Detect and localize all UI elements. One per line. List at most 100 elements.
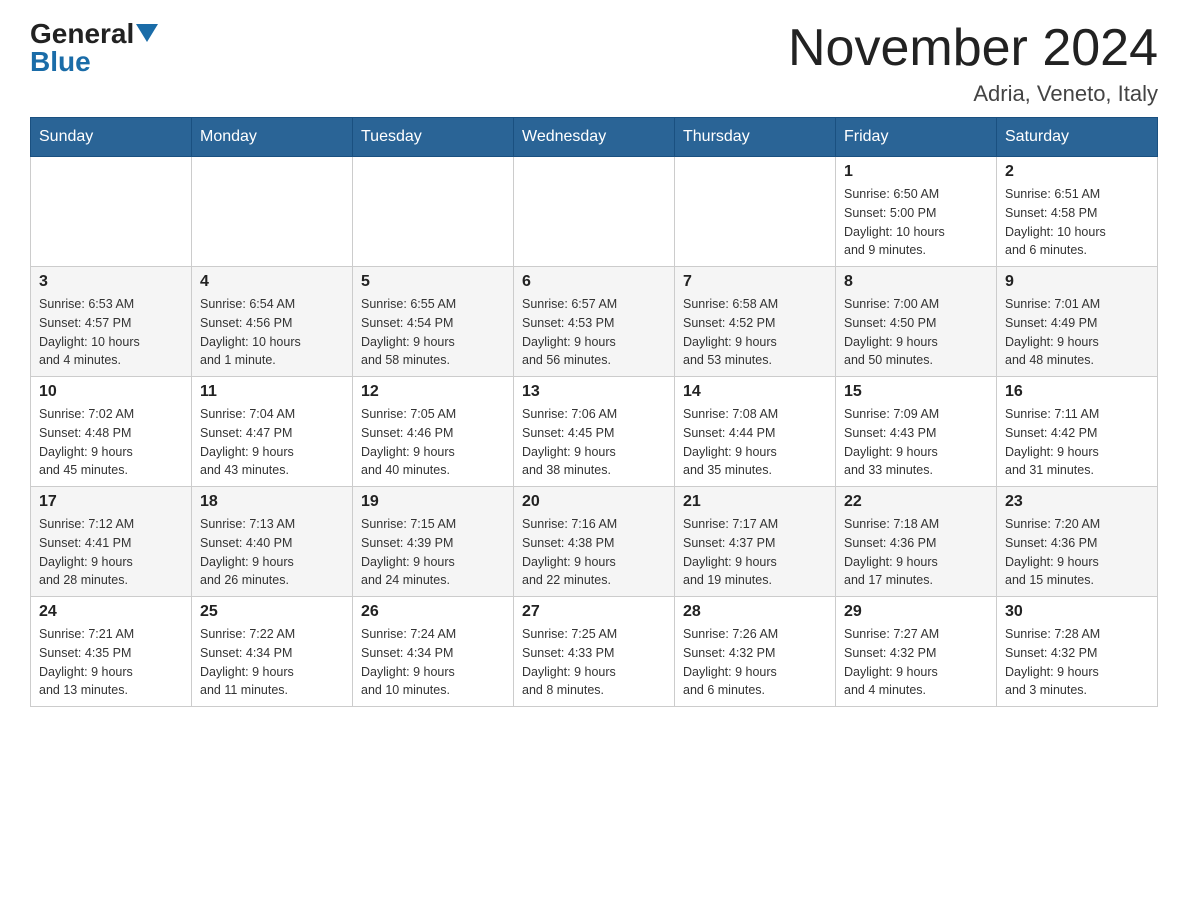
calendar-cell: 19Sunrise: 7:15 AM Sunset: 4:39 PM Dayli…	[353, 487, 514, 597]
calendar-cell	[31, 157, 192, 267]
day-info: Sunrise: 7:13 AM Sunset: 4:40 PM Dayligh…	[200, 515, 344, 590]
day-info: Sunrise: 6:57 AM Sunset: 4:53 PM Dayligh…	[522, 295, 666, 370]
calendar-cell: 15 Sunrise: 7:09 AM Sunset: 4:43 PM Dayli…	[836, 377, 997, 487]
day-info: Sunrise: 7:16 AM Sunset: 4:38 PM Dayligh…	[522, 515, 666, 590]
day-number: 9	[1005, 273, 1149, 291]
calendar-cell: 30 Sunrise: 7:28 AM Sunset: 4:32 PM Dayli…	[997, 597, 1158, 707]
weekday-header-thursday: Thursday	[675, 118, 836, 157]
calendar-cell: 27 Sunrise: 7:25 AM Sunset: 4:33 PM Dayli…	[514, 597, 675, 707]
day-info: Sunrise: 7:20 AM Sunset: 4:36 PM Dayligh…	[1005, 515, 1149, 590]
day-number: 18	[200, 493, 344, 511]
day-number: 22	[844, 493, 988, 511]
calendar-cell: 16 Sunrise: 7:11 AM Sunset: 4:42 PM Dayli…	[997, 377, 1158, 487]
calendar-cell	[514, 157, 675, 267]
day-number: 30	[1005, 603, 1149, 621]
day-number: 20	[522, 493, 666, 511]
day-number: 24	[39, 603, 183, 621]
day-info: Sunrise: 7:26 AM Sunset: 4:32 PM Dayligh…	[683, 625, 827, 700]
day-info: Sunrise: 6:51 AM Sunset: 4:58 PM Dayligh…	[1005, 185, 1149, 260]
calendar-cell: 1 Sunrise: 6:50 AM Sunset: 5:00 PM Daylig…	[836, 157, 997, 267]
day-info: Sunrise: 7:09 AM Sunset: 4:43 PM Dayligh…	[844, 405, 988, 480]
day-info: Sunrise: 7:24 AM Sunset: 4:34 PM Dayligh…	[361, 625, 505, 700]
logo-blue-text: Blue	[30, 48, 91, 76]
calendar-cell: 7 Sunrise: 6:58 AM Sunset: 4:52 PM Daylig…	[675, 267, 836, 377]
day-number: 6	[522, 273, 666, 291]
day-info: Sunrise: 7:00 AM Sunset: 4:50 PM Dayligh…	[844, 295, 988, 370]
calendar-cell: 2 Sunrise: 6:51 AM Sunset: 4:58 PM Daylig…	[997, 157, 1158, 267]
logo-general-text: General	[30, 20, 134, 48]
calendar-table: SundayMondayTuesdayWednesdayThursdayFrid…	[30, 117, 1158, 707]
day-info: Sunrise: 7:12 AM Sunset: 4:41 PM Dayligh…	[39, 515, 183, 590]
calendar-row: 17 Sunrise: 7:12 AM Sunset: 4:41 PM Dayli…	[31, 487, 1158, 597]
day-info: Sunrise: 7:11 AM Sunset: 4:42 PM Dayligh…	[1005, 405, 1149, 480]
day-number: 27	[522, 603, 666, 621]
day-number: 1	[844, 163, 988, 181]
calendar-cell: 26 Sunrise: 7:24 AM Sunset: 4:34 PM Dayli…	[353, 597, 514, 707]
day-info: Sunrise: 7:28 AM Sunset: 4:32 PM Dayligh…	[1005, 625, 1149, 700]
logo-arrow-icon	[136, 24, 158, 42]
weekday-header-monday: Monday	[192, 118, 353, 157]
title-section: November 2024 Adria, Veneto, Italy	[788, 20, 1158, 107]
day-info: Sunrise: 6:53 AM Sunset: 4:57 PM Dayligh…	[39, 295, 183, 370]
calendar-cell: 21 Sunrise: 7:17 AM Sunset: 4:37 PM Dayli…	[675, 487, 836, 597]
day-info: Sunrise: 7:15 AM Sunset: 4:39 PM Dayligh…	[361, 515, 505, 590]
day-info: Sunrise: 6:50 AM Sunset: 5:00 PM Dayligh…	[844, 185, 988, 260]
day-info: Sunrise: 7:17 AM Sunset: 4:37 PM Dayligh…	[683, 515, 827, 590]
calendar-cell: 9 Sunrise: 7:01 AM Sunset: 4:49 PM Daylig…	[997, 267, 1158, 377]
day-number: 13	[522, 383, 666, 401]
calendar-cell: 28 Sunrise: 7:26 AM Sunset: 4:32 PM Dayli…	[675, 597, 836, 707]
calendar-cell	[353, 157, 514, 267]
day-info: Sunrise: 7:27 AM Sunset: 4:32 PM Dayligh…	[844, 625, 988, 700]
location-text: Adria, Veneto, Italy	[788, 81, 1158, 107]
day-number: 14	[683, 383, 827, 401]
calendar-row: 10Sunrise: 7:02 AM Sunset: 4:48 PM Dayli…	[31, 377, 1158, 487]
day-number: 21	[683, 493, 827, 511]
weekday-header-saturday: Saturday	[997, 118, 1158, 157]
day-number: 10	[39, 383, 183, 401]
day-info: Sunrise: 7:22 AM Sunset: 4:34 PM Dayligh…	[200, 625, 344, 700]
day-number: 26	[361, 603, 505, 621]
weekday-header-tuesday: Tuesday	[353, 118, 514, 157]
day-info: Sunrise: 7:06 AM Sunset: 4:45 PM Dayligh…	[522, 405, 666, 480]
day-number: 2	[1005, 163, 1149, 181]
calendar-row: 1 Sunrise: 6:50 AM Sunset: 5:00 PM Daylig…	[31, 157, 1158, 267]
day-info: Sunrise: 6:58 AM Sunset: 4:52 PM Dayligh…	[683, 295, 827, 370]
day-info: Sunrise: 7:25 AM Sunset: 4:33 PM Dayligh…	[522, 625, 666, 700]
calendar-cell	[192, 157, 353, 267]
day-number: 15	[844, 383, 988, 401]
day-number: 7	[683, 273, 827, 291]
calendar-cell: 11Sunrise: 7:04 AM Sunset: 4:47 PM Dayli…	[192, 377, 353, 487]
calendar-row: 24Sunrise: 7:21 AM Sunset: 4:35 PM Dayli…	[31, 597, 1158, 707]
day-info: Sunrise: 7:04 AM Sunset: 4:47 PM Dayligh…	[200, 405, 344, 480]
calendar-cell: 29Sunrise: 7:27 AM Sunset: 4:32 PM Dayli…	[836, 597, 997, 707]
page-header: General Blue November 2024 Adria, Veneto…	[30, 20, 1158, 107]
calendar-cell: 10Sunrise: 7:02 AM Sunset: 4:48 PM Dayli…	[31, 377, 192, 487]
day-info: Sunrise: 7:01 AM Sunset: 4:49 PM Dayligh…	[1005, 295, 1149, 370]
day-info: Sunrise: 6:55 AM Sunset: 4:54 PM Dayligh…	[361, 295, 505, 370]
calendar-row: 3 Sunrise: 6:53 AM Sunset: 4:57 PM Daylig…	[31, 267, 1158, 377]
calendar-cell: 4Sunrise: 6:54 AM Sunset: 4:56 PM Daylig…	[192, 267, 353, 377]
weekday-header-sunday: Sunday	[31, 118, 192, 157]
day-info: Sunrise: 7:05 AM Sunset: 4:46 PM Dayligh…	[361, 405, 505, 480]
day-number: 5	[361, 273, 505, 291]
day-number: 12	[361, 383, 505, 401]
day-number: 8	[844, 273, 988, 291]
calendar-cell: 13 Sunrise: 7:06 AM Sunset: 4:45 PM Dayli…	[514, 377, 675, 487]
day-number: 17	[39, 493, 183, 511]
calendar-cell: 6 Sunrise: 6:57 AM Sunset: 4:53 PM Daylig…	[514, 267, 675, 377]
calendar-cell: 23 Sunrise: 7:20 AM Sunset: 4:36 PM Dayli…	[997, 487, 1158, 597]
day-info: Sunrise: 7:18 AM Sunset: 4:36 PM Dayligh…	[844, 515, 988, 590]
weekday-header-friday: Friday	[836, 118, 997, 157]
day-number: 28	[683, 603, 827, 621]
logo: General Blue	[30, 20, 158, 76]
day-info: Sunrise: 7:08 AM Sunset: 4:44 PM Dayligh…	[683, 405, 827, 480]
weekday-header-row: SundayMondayTuesdayWednesdayThursdayFrid…	[31, 118, 1158, 157]
day-number: 3	[39, 273, 183, 291]
day-number: 25	[200, 603, 344, 621]
calendar-cell: 22 Sunrise: 7:18 AM Sunset: 4:36 PM Dayli…	[836, 487, 997, 597]
month-title: November 2024	[788, 20, 1158, 77]
calendar-cell: 8 Sunrise: 7:00 AM Sunset: 4:50 PM Daylig…	[836, 267, 997, 377]
day-number: 23	[1005, 493, 1149, 511]
calendar-cell: 24Sunrise: 7:21 AM Sunset: 4:35 PM Dayli…	[31, 597, 192, 707]
day-number: 16	[1005, 383, 1149, 401]
